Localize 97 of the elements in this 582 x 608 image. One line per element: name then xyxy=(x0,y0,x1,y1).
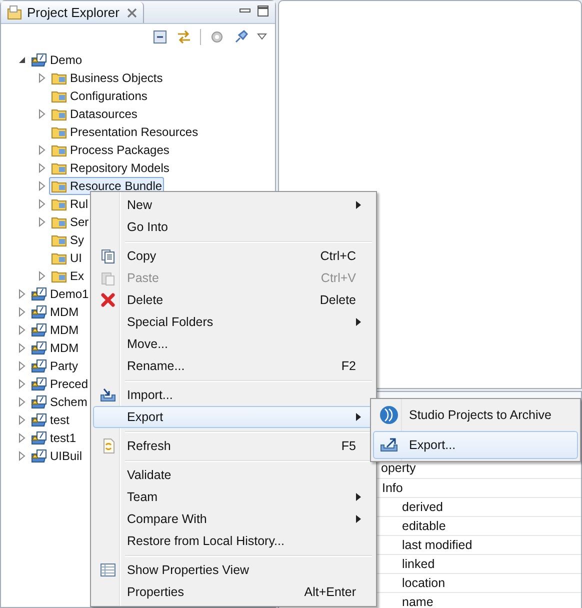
menu-item[interactable]: Refresh F5 xyxy=(93,435,374,457)
project-item[interactable]: Party xyxy=(29,357,80,375)
paste-icon xyxy=(100,270,116,286)
link-arrows-icon[interactable] xyxy=(176,29,192,45)
expand-arrow-icon[interactable] xyxy=(17,433,27,443)
menu-item[interactable]: Compare With xyxy=(93,508,374,530)
property-name: derived xyxy=(402,500,443,514)
menu-item[interactable]: Validate xyxy=(93,464,374,486)
project-item[interactable]: test xyxy=(29,411,72,429)
expand-arrow-icon[interactable] xyxy=(37,145,47,155)
menu-item[interactable]: Go Into xyxy=(93,216,374,238)
project-item[interactable]: UIBuil xyxy=(29,447,84,465)
menu-item[interactable]: Move... xyxy=(93,333,374,355)
expand-arrow-icon[interactable] xyxy=(37,73,47,83)
menu-item[interactable]: Team xyxy=(93,486,374,508)
expand-arrow-icon[interactable] xyxy=(37,199,47,209)
folder-item[interactable]: Datasources xyxy=(49,105,140,123)
expand-arrow-icon[interactable] xyxy=(17,379,27,389)
expand-arrow-icon[interactable] xyxy=(17,343,27,353)
folder-item[interactable]: Business Objects xyxy=(49,69,165,87)
folder-item[interactable]: Configurations xyxy=(49,87,150,105)
project-icon xyxy=(31,412,48,428)
project-item[interactable]: Demo1 xyxy=(29,285,91,303)
project-icon xyxy=(31,358,48,374)
expand-arrow-icon[interactable] xyxy=(17,307,27,317)
submenu-arrow-icon xyxy=(356,493,362,501)
collapse-all-icon[interactable] xyxy=(152,29,168,45)
menu-item[interactable]: Properties Alt+Enter xyxy=(93,581,374,603)
project-item[interactable]: test1 xyxy=(29,429,78,447)
menu-item[interactable]: Import... xyxy=(93,384,374,406)
project-icon xyxy=(31,448,48,464)
folder-item[interactable]: Repository Models xyxy=(49,159,172,177)
expand-arrow-icon[interactable] xyxy=(17,289,27,299)
expand-arrow-icon[interactable] xyxy=(17,397,27,407)
menu-item[interactable]: Restore from Local History... xyxy=(93,530,374,552)
menu-item[interactable]: New xyxy=(93,194,374,216)
menu-item[interactable]: Copy Ctrl+C xyxy=(93,245,374,267)
expand-arrow-icon[interactable] xyxy=(37,181,47,191)
submenu-arrow-icon xyxy=(356,318,362,326)
delete-icon xyxy=(100,292,116,308)
pin-icon[interactable] xyxy=(233,29,249,45)
expand-arrow-icon[interactable] xyxy=(17,361,27,371)
maximize-icon[interactable] xyxy=(257,5,269,17)
submenu-arrow-icon xyxy=(356,413,362,421)
property-name: last modified xyxy=(402,538,472,552)
property-name: editable xyxy=(402,519,446,533)
submenu-arrow-icon xyxy=(356,515,362,523)
project-icon xyxy=(31,430,48,446)
project-icon xyxy=(31,376,48,392)
project-icon xyxy=(31,322,48,338)
close-icon[interactable] xyxy=(127,8,138,18)
property-name: location xyxy=(402,576,446,590)
folder-item[interactable]: Sy xyxy=(49,231,86,249)
menu-item[interactable]: Show Properties View xyxy=(93,559,374,581)
project-item[interactable]: Schem xyxy=(29,393,90,411)
property-group: Info xyxy=(382,481,403,495)
expand-arrow-icon[interactable] xyxy=(37,163,47,173)
project-icon xyxy=(31,304,48,320)
expand-arrow-icon[interactable] xyxy=(37,217,47,227)
folder-item[interactable]: Rul xyxy=(49,195,90,213)
collapse-arrow-icon[interactable] xyxy=(17,55,27,65)
project-item[interactable]: Preced xyxy=(29,375,90,393)
expand-arrow-icon[interactable] xyxy=(37,109,47,119)
project-item[interactable]: MDM xyxy=(29,339,81,357)
folder-icon xyxy=(7,4,23,20)
expand-arrow-icon[interactable] xyxy=(17,325,27,335)
menu-item[interactable]: Rename... F2 xyxy=(93,355,374,377)
menu-item[interactable]: Export... xyxy=(373,431,578,459)
project-icon xyxy=(31,52,48,68)
menu-item[interactable]: Special Folders xyxy=(93,311,374,333)
expand-arrow-icon[interactable] xyxy=(37,271,47,281)
view-menu-icon[interactable] xyxy=(257,33,267,41)
copy-icon xyxy=(100,248,116,264)
project-item[interactable]: MDM xyxy=(29,303,81,321)
expand-arrow-icon[interactable] xyxy=(17,451,27,461)
project-item[interactable]: Demo xyxy=(29,51,84,69)
globe-icon xyxy=(379,405,399,425)
project-item[interactable]: MDM xyxy=(29,321,81,339)
export-icon xyxy=(379,437,399,453)
project-icon xyxy=(31,394,48,410)
import-icon xyxy=(99,387,117,403)
expand-arrow-icon[interactable] xyxy=(17,415,27,425)
property-name: name xyxy=(402,595,434,608)
folder-item[interactable]: Ser xyxy=(49,213,91,231)
submenu-arrow-icon xyxy=(356,201,362,209)
view-tab[interactable]: Project Explorer xyxy=(1,2,144,23)
folder-item[interactable]: Process Packages xyxy=(49,141,172,159)
column-header: operty xyxy=(381,461,416,475)
folder-item[interactable]: UI xyxy=(49,249,84,267)
menu-item[interactable]: Delete Delete xyxy=(93,289,374,311)
project-icon xyxy=(31,340,48,356)
folder-item[interactable]: Presentation Resources xyxy=(49,123,200,141)
folder-item[interactable]: Ex xyxy=(49,267,86,285)
property-name: linked xyxy=(402,557,435,571)
menu-item[interactable]: Studio Projects to Archive xyxy=(373,401,578,429)
table-icon xyxy=(100,563,116,577)
project-icon xyxy=(31,286,48,302)
